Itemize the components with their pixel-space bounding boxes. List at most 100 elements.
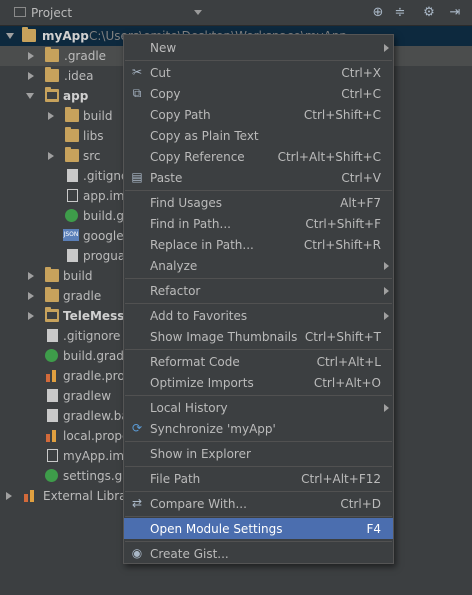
menu-item-add-to-favorites[interactable]: Add to Favorites bbox=[124, 305, 393, 326]
gear-icon[interactable]: ⚙ bbox=[421, 5, 437, 21]
tree-item-label: gradlew bbox=[63, 389, 112, 403]
submenu-arrow-icon bbox=[384, 404, 389, 412]
gradle-icon bbox=[65, 209, 78, 222]
submenu-arrow-icon bbox=[384, 287, 389, 295]
context-menu: New ✂ Cut Ctrl+X ⧉ Copy Ctrl+C Copy Path… bbox=[123, 34, 394, 564]
menu-item-shortcut: Ctrl+Alt+F12 bbox=[301, 472, 381, 486]
menu-item-cut[interactable]: ✂ Cut Ctrl+X bbox=[124, 62, 393, 83]
menu-item-find-usages[interactable]: Find Usages Alt+F7 bbox=[124, 192, 393, 213]
tree-item-label: src bbox=[83, 149, 101, 163]
menu-item-open-module-settings[interactable]: Open Module Settings F4 bbox=[124, 518, 393, 539]
menu-item-optimize-imports[interactable]: Optimize Imports Ctrl+Alt+O bbox=[124, 372, 393, 393]
menu-item-new[interactable]: New bbox=[124, 37, 393, 58]
tree-item-label: build bbox=[83, 109, 113, 123]
menu-separator bbox=[125, 441, 392, 442]
scroll-from-source-icon[interactable]: ⊕ bbox=[370, 5, 386, 21]
library-icon bbox=[23, 489, 37, 502]
expand-arrow-icon[interactable] bbox=[28, 292, 34, 300]
menu-item-shortcut: Ctrl+X bbox=[341, 66, 381, 80]
expand-arrow-icon[interactable] bbox=[28, 312, 34, 320]
menu-item-replace-in-path[interactable]: Replace in Path... Ctrl+Shift+R bbox=[124, 234, 393, 255]
menu-item-label: Copy Reference bbox=[150, 150, 245, 164]
menu-item-reformat-code[interactable]: Reformat Code Ctrl+Alt+L bbox=[124, 351, 393, 372]
menu-item-copy-plain-text[interactable]: Copy as Plain Text bbox=[124, 125, 393, 146]
gradle-icon bbox=[45, 349, 58, 362]
expand-arrow-icon[interactable] bbox=[48, 152, 54, 160]
expand-arrow-icon[interactable] bbox=[48, 112, 54, 120]
view-dropdown-icon[interactable] bbox=[194, 10, 202, 15]
project-view-title[interactable]: Project bbox=[31, 6, 72, 20]
menu-item-show-in-explorer[interactable]: Show in Explorer bbox=[124, 443, 393, 464]
menu-item-compare-with[interactable]: ⇄ Compare With... Ctrl+D bbox=[124, 493, 393, 514]
expand-arrow-icon[interactable] bbox=[28, 72, 34, 80]
properties-icon bbox=[45, 369, 59, 382]
tree-item-label: app.iml bbox=[83, 189, 128, 203]
tree-item-label: build.gr bbox=[83, 209, 129, 223]
menu-item-find-in-path[interactable]: Find in Path... Ctrl+Shift+F bbox=[124, 213, 393, 234]
menu-item-label: Analyze bbox=[150, 259, 198, 273]
menu-separator bbox=[125, 516, 392, 517]
menu-separator bbox=[125, 60, 392, 61]
menu-item-label: Refactor bbox=[150, 284, 201, 298]
collapse-all-icon[interactable]: ≑ bbox=[392, 5, 408, 21]
menu-item-label: Find Usages bbox=[150, 196, 223, 210]
folder-icon bbox=[65, 107, 79, 122]
menu-item-label: Find in Path... bbox=[150, 217, 231, 231]
submenu-arrow-icon bbox=[384, 262, 389, 270]
gradle-icon bbox=[45, 469, 58, 482]
menu-item-shortcut: Ctrl+C bbox=[341, 87, 381, 101]
module-folder-icon bbox=[45, 87, 59, 102]
expand-arrow-icon[interactable] bbox=[28, 52, 34, 60]
menu-item-shortcut: Ctrl+V bbox=[341, 171, 381, 185]
file-icon bbox=[47, 389, 58, 402]
tree-item-label: .gitigno bbox=[83, 169, 129, 183]
menu-item-copy-path[interactable]: Copy Path Ctrl+Shift+C bbox=[124, 104, 393, 125]
menu-item-refactor[interactable]: Refactor bbox=[124, 280, 393, 301]
hide-icon[interactable]: ⇥ bbox=[447, 5, 463, 21]
file-icon bbox=[67, 249, 78, 262]
tree-item-label: google- bbox=[83, 229, 128, 243]
submenu-arrow-icon bbox=[384, 44, 389, 52]
project-icon bbox=[14, 7, 26, 17]
collapse-arrow-icon[interactable] bbox=[6, 33, 14, 39]
menu-item-copy[interactable]: ⧉ Copy Ctrl+C bbox=[124, 83, 393, 104]
menu-separator bbox=[125, 349, 392, 350]
menu-item-shortcut: Ctrl+Shift+R bbox=[303, 238, 381, 252]
folder-icon bbox=[65, 147, 79, 162]
menu-item-local-history[interactable]: Local History bbox=[124, 397, 393, 418]
menu-item-label: Open Module Settings bbox=[150, 522, 283, 536]
folder-icon bbox=[45, 67, 59, 82]
folder-icon bbox=[65, 127, 79, 142]
folder-icon bbox=[45, 47, 59, 62]
menu-item-label: Add to Favorites bbox=[150, 309, 248, 323]
project-tool-window-header: Project ⊕ ≑ ⚙ ⇥ bbox=[0, 0, 472, 26]
github-icon: ◉ bbox=[131, 546, 143, 560]
expand-arrow-icon[interactable] bbox=[6, 492, 12, 500]
menu-item-file-path[interactable]: File Path Ctrl+Alt+F12 bbox=[124, 468, 393, 489]
menu-separator bbox=[125, 541, 392, 542]
menu-item-analyze[interactable]: Analyze bbox=[124, 255, 393, 276]
menu-item-shortcut: F4 bbox=[366, 522, 381, 536]
menu-item-shortcut: Ctrl+Alt+Shift+C bbox=[277, 150, 381, 164]
menu-item-copy-reference[interactable]: Copy Reference Ctrl+Alt+Shift+C bbox=[124, 146, 393, 167]
tree-item-label: .gitignore bbox=[63, 329, 121, 343]
menu-separator bbox=[125, 466, 392, 467]
tree-item-label: myApp bbox=[42, 29, 89, 43]
tree-item-label: gradle bbox=[63, 289, 102, 303]
tree-item-label: .idea bbox=[64, 69, 94, 83]
menu-item-paste[interactable]: ▤ Paste Ctrl+V bbox=[124, 167, 393, 188]
json-icon: JSON bbox=[63, 229, 79, 241]
menu-item-shortcut: Ctrl+Shift+T bbox=[304, 330, 381, 344]
menu-item-label: Replace in Path... bbox=[150, 238, 254, 252]
folder-icon bbox=[45, 287, 59, 302]
collapse-arrow-icon[interactable] bbox=[26, 93, 34, 99]
menu-item-shortcut: Alt+F7 bbox=[340, 196, 381, 210]
menu-item-show-image-thumbnails[interactable]: Show Image Thumbnails Ctrl+Shift+T bbox=[124, 326, 393, 347]
paste-icon: ▤ bbox=[131, 170, 143, 184]
menu-item-synchronize[interactable]: ⟳ Synchronize 'myApp' bbox=[124, 418, 393, 439]
menu-item-create-gist[interactable]: ◉ Create Gist... bbox=[124, 543, 393, 564]
menu-item-shortcut: Ctrl+Shift+C bbox=[303, 108, 381, 122]
expand-arrow-icon[interactable] bbox=[28, 272, 34, 280]
menu-item-label: Create Gist... bbox=[150, 547, 229, 561]
menu-item-label: Copy as Plain Text bbox=[150, 129, 259, 143]
